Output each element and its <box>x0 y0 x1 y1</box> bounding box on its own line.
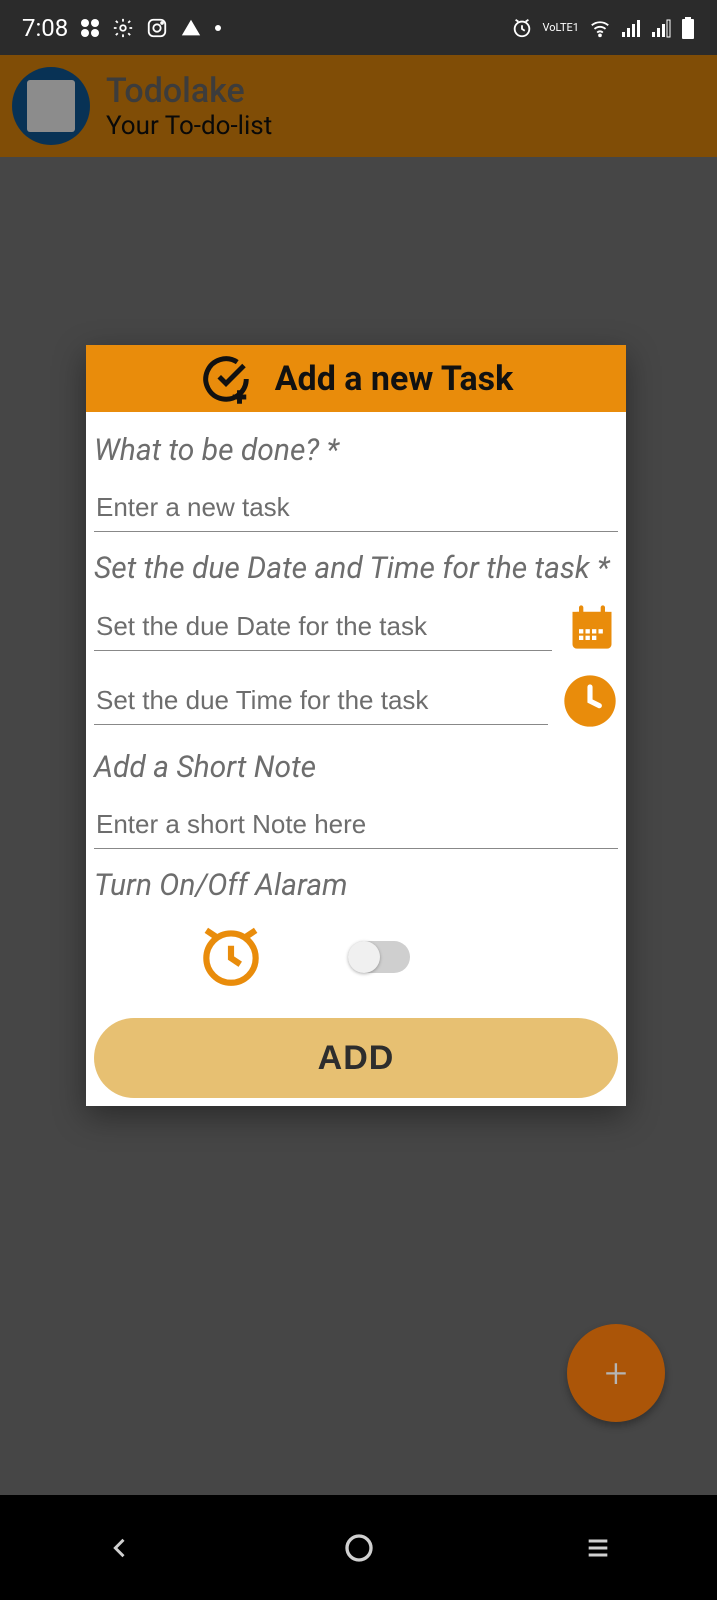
home-button[interactable] <box>329 1518 389 1578</box>
plus-icon: + <box>605 1350 628 1397</box>
status-time: 7:08 <box>22 14 68 42</box>
recent-apps-button[interactable] <box>568 1518 628 1578</box>
add-button[interactable]: ADD <box>94 1018 618 1098</box>
gear-icon <box>112 17 134 39</box>
due-date-input[interactable] <box>94 603 552 651</box>
alarm-toggle[interactable] <box>348 941 410 973</box>
warning-icon <box>180 17 202 39</box>
datetime-label: Set the due Date and Time for the task * <box>94 550 618 588</box>
navigation-bar <box>0 1495 717 1600</box>
add-task-icon <box>199 352 253 406</box>
alarm-icon <box>194 918 268 996</box>
signal-icon <box>621 18 641 38</box>
task-input[interactable] <box>94 484 618 532</box>
lte-icon: VoLTE1 <box>543 22 579 33</box>
instagram-icon <box>146 17 168 39</box>
task-label: What to be done? * <box>94 432 618 470</box>
alarm-label: Turn On/Off Alaram <box>94 867 618 905</box>
dot-icon <box>214 24 222 32</box>
dialog-title: Add a new Task <box>275 359 514 399</box>
calendar-icon[interactable] <box>566 601 618 653</box>
dialog-header: Add a new Task <box>86 345 626 412</box>
note-label: Add a Short Note <box>94 749 618 787</box>
battery-icon <box>681 17 695 39</box>
clock-icon[interactable] <box>562 673 618 729</box>
due-time-input[interactable] <box>94 677 548 725</box>
signal2-icon <box>651 18 671 38</box>
add-fab-button[interactable]: + <box>567 1324 665 1422</box>
add-task-dialog: Add a new Task What to be done? * Set th… <box>86 345 626 1106</box>
grid-icon <box>80 18 100 38</box>
status-bar: 7:08 VoLTE1 <box>0 0 717 55</box>
alarm-status-icon <box>511 17 533 39</box>
wifi-icon <box>589 17 611 39</box>
back-button[interactable] <box>90 1518 150 1578</box>
note-input[interactable] <box>94 801 618 849</box>
